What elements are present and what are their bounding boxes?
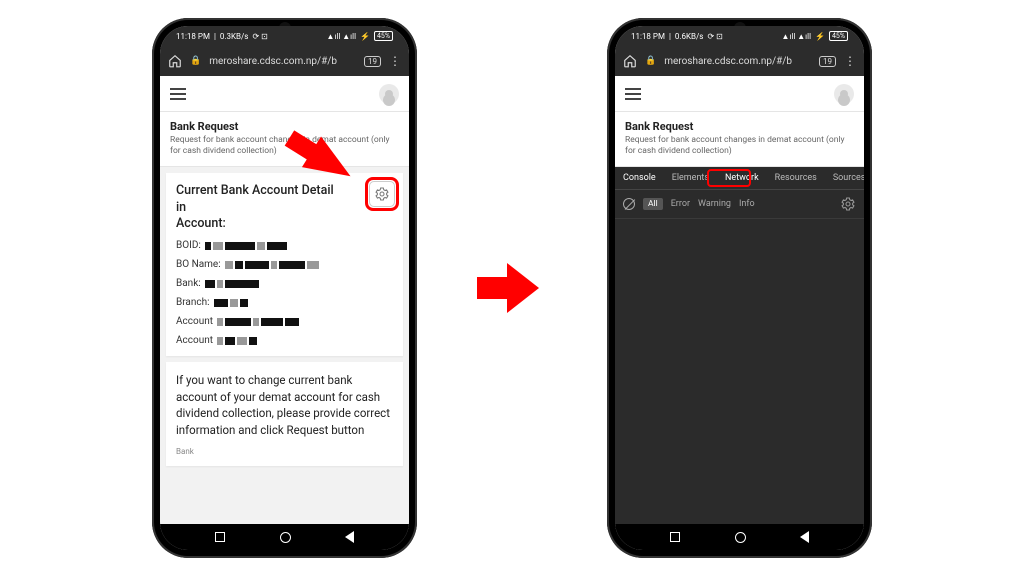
page-subtitle: Request for bank account changes in dema… <box>625 135 854 156</box>
devtools-filterbar: All Error Warning Info <box>615 190 864 219</box>
clear-icon[interactable] <box>623 198 635 210</box>
avatar[interactable] <box>379 84 399 104</box>
avatar[interactable] <box>834 84 854 104</box>
tab-count[interactable]: 19 <box>364 56 381 67</box>
home-icon[interactable] <box>623 54 637 68</box>
phone-left: 11:18 PM | 0.3KB/s ⟳ ⊡ ▲ıll ▲ıll ⚡ 45% 🔒… <box>152 18 417 558</box>
tab-console[interactable]: Console <box>615 167 664 189</box>
url-text[interactable]: meroshare.cdsc.com.np/#/b <box>209 56 356 67</box>
tab-resources[interactable]: Resources <box>767 167 825 189</box>
filter-info[interactable]: Info <box>739 199 755 209</box>
menu-icon[interactable]: ⋮ <box>389 54 401 68</box>
nav-home-icon[interactable] <box>280 532 291 543</box>
battery-level: 45% <box>374 31 393 41</box>
nav-recent-icon[interactable] <box>670 532 680 542</box>
android-navbar <box>160 524 409 550</box>
filter-error[interactable]: Error <box>671 199 690 209</box>
menu-icon[interactable]: ⋮ <box>844 54 856 68</box>
devtools-tabs: Console Elements Network Resources Sourc… <box>615 167 864 190</box>
nav-recent-icon[interactable] <box>215 532 225 542</box>
settings-button[interactable] <box>369 181 395 207</box>
nav-back-icon[interactable] <box>800 531 809 543</box>
browser-addrbar: 🔒 meroshare.cdsc.com.np/#/b 19 ⋮ <box>615 46 864 76</box>
filter-warning[interactable]: Warning <box>698 199 731 209</box>
filter-all[interactable]: All <box>643 198 663 210</box>
detail-heading-1: Current Bank Account Detail in <box>176 183 334 214</box>
nav-back-icon[interactable] <box>345 531 354 543</box>
nav-home-icon[interactable] <box>735 532 746 543</box>
signal-icon: ▲ıll ▲ıll <box>781 32 811 41</box>
android-navbar <box>615 524 864 550</box>
devtools-body[interactable] <box>615 219 864 524</box>
home-icon[interactable] <box>168 54 182 68</box>
devtools-gear-icon[interactable] <box>840 196 856 212</box>
detail-heading-2: Account: <box>176 216 226 231</box>
transition-arrow <box>477 263 547 313</box>
status-net: 0.3KB/s <box>220 32 249 41</box>
statusbar: 11:18 PM | 0.3KB/s ⟳ ⊡ ▲ıll ▲ıll ⚡ 45% <box>160 26 409 46</box>
lock-icon: 🔒 <box>645 56 656 66</box>
change-message: If you want to change current bank accou… <box>176 372 393 439</box>
battery-level: 45% <box>829 31 848 41</box>
label-boid: BOID: <box>176 240 201 251</box>
status-time: 11:18 PM <box>631 32 665 41</box>
tab-count[interactable]: 19 <box>819 56 836 67</box>
page-header: Bank Request Request for bank account ch… <box>160 112 409 167</box>
tab-elements[interactable]: Elements <box>664 167 717 189</box>
tab-network[interactable]: Network <box>717 167 767 189</box>
hamburger-icon[interactable] <box>170 88 186 100</box>
devtools-panel: Console Elements Network Resources Sourc… <box>615 167 864 524</box>
browser-addrbar: 🔒 meroshare.cdsc.com.np/#/b 19 ⋮ <box>160 46 409 76</box>
change-msg-card: If you want to change current bank accou… <box>166 362 403 466</box>
statusbar: 11:18 PM | 0.6KB/s ⟳ ⊡ ▲ıll ▲ıll ⚡ 45% <box>615 26 864 46</box>
status-net: 0.6KB/s <box>675 32 704 41</box>
phone-right: 11:18 PM | 0.6KB/s ⟳ ⊡ ▲ıll ▲ıll ⚡ 45% 🔒… <box>607 18 872 558</box>
page-title: Bank Request <box>170 120 399 133</box>
form-label-bank: Bank <box>176 447 393 456</box>
hamburger-icon[interactable] <box>625 88 641 100</box>
label-acc2: Account <box>176 335 213 346</box>
status-time: 11:18 PM <box>176 32 210 41</box>
signal-icon: ▲ıll ▲ıll <box>326 32 356 41</box>
account-detail-card: Current Bank Account Detail in Account: … <box>166 173 403 356</box>
page-header: Bank Request Request for bank account ch… <box>615 112 864 167</box>
url-text[interactable]: meroshare.cdsc.com.np/#/b <box>664 56 811 67</box>
label-boname: BO Name: <box>176 259 221 270</box>
page-title: Bank Request <box>625 120 854 133</box>
gear-icon <box>374 186 390 202</box>
app-toolbar <box>160 76 409 112</box>
lock-icon: 🔒 <box>190 56 201 66</box>
label-acc1: Account <box>176 316 213 327</box>
tab-sources[interactable]: Sources <box>825 167 864 189</box>
label-branch: Branch: <box>176 297 210 308</box>
label-bank: Bank: <box>176 278 201 289</box>
app-toolbar <box>615 76 864 112</box>
